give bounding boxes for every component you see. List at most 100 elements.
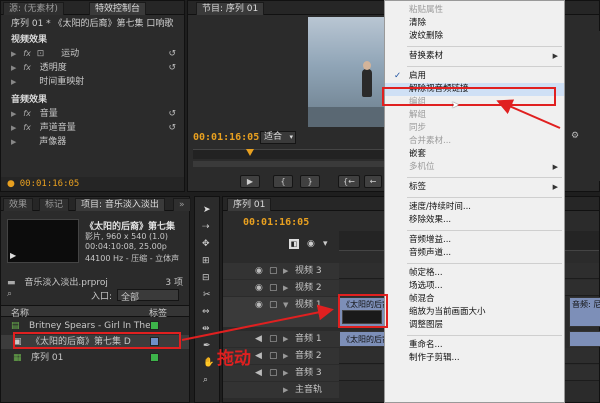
program-playhead-icon[interactable] bbox=[246, 149, 254, 156]
program-time-ruler[interactable] bbox=[193, 149, 388, 159]
expand-icon[interactable]: ▶ bbox=[11, 78, 16, 86]
ripple-edit-tool-icon[interactable]: ✥ bbox=[202, 239, 210, 249]
zoom-tool-icon[interactable]: ⌕ bbox=[203, 375, 208, 385]
menu-item[interactable]: 音频增益... bbox=[385, 234, 564, 247]
tab-program[interactable]: 节目: 序列 01 bbox=[196, 2, 265, 15]
tab-effect-controls[interactable]: 特效控制台 bbox=[89, 2, 147, 15]
menu-item[interactable]: 重命名... bbox=[385, 339, 564, 352]
audio-clip[interactable]: 《太阳的后裔》 bbox=[339, 331, 398, 347]
program-zoom-bar[interactable] bbox=[193, 161, 388, 167]
speaker-icon[interactable]: ◀ bbox=[255, 365, 262, 381]
track-header-video-3[interactable]: ◉ ▢ ▶ 视频 3 bbox=[223, 263, 339, 279]
menu-item[interactable]: 清除 bbox=[385, 17, 564, 30]
marker-icon[interactable]: ◉ bbox=[307, 239, 315, 249]
mark-button[interactable]: ▶ bbox=[240, 175, 260, 188]
lock-icon[interactable]: ▢ bbox=[269, 331, 278, 347]
slip-tool-icon[interactable]: ⇔ bbox=[202, 307, 210, 317]
eye-icon[interactable]: ◉ bbox=[255, 297, 263, 313]
razor-tool-icon[interactable]: ✂ bbox=[203, 290, 211, 300]
pen-tool-icon[interactable]: ✒ bbox=[203, 341, 211, 351]
eye-icon[interactable]: ◉ bbox=[255, 280, 263, 296]
speaker-icon[interactable]: ◀ bbox=[255, 348, 262, 364]
eye-icon[interactable]: ◉ bbox=[255, 263, 263, 279]
expand-icon[interactable]: ▶ bbox=[11, 138, 16, 146]
effect-row-opacity[interactable]: ▶ fx 透明度 ↺ bbox=[1, 61, 184, 75]
program-panel-right-icon[interactable]: ⚙ bbox=[571, 131, 579, 141]
menu-item[interactable]: 嵌套 bbox=[385, 148, 564, 161]
speaker-icon[interactable]: ◀ bbox=[255, 331, 262, 347]
tab-markers[interactable]: 标记 bbox=[39, 198, 70, 211]
lock-icon[interactable]: ▢ bbox=[269, 263, 278, 279]
expand-icon[interactable]: ▶ bbox=[283, 331, 288, 347]
reset-icon[interactable]: ↺ bbox=[168, 107, 176, 121]
play-thumbnail-icon[interactable]: ▶ bbox=[10, 251, 16, 260]
entry-dropdown[interactable]: 全部 bbox=[117, 289, 179, 303]
selection-tool-icon[interactable]: ➤ bbox=[203, 205, 211, 215]
rolling-edit-tool-icon[interactable]: ⊞ bbox=[202, 256, 210, 266]
menu-item[interactable]: 缩放为当前画面大小 bbox=[385, 306, 564, 319]
expand-icon[interactable]: ▶ bbox=[283, 348, 288, 364]
expand-icon[interactable]: ▶ bbox=[11, 64, 16, 72]
lock-icon[interactable]: ▢ bbox=[269, 297, 278, 313]
tab-sequence[interactable]: 序列 01 bbox=[227, 198, 272, 211]
menu-item[interactable]: 替换素材 ▶ bbox=[385, 50, 564, 63]
menu-item[interactable]: 场选项... bbox=[385, 280, 564, 293]
expand-icon[interactable]: ▶ bbox=[283, 365, 288, 381]
effect-row-volume[interactable]: ▶ fx 音量 ↺ bbox=[1, 107, 184, 121]
menu-item[interactable]: 移除效果... bbox=[385, 214, 564, 227]
column-label[interactable]: 标签 bbox=[149, 306, 167, 319]
tab-overflow[interactable]: » bbox=[173, 198, 191, 211]
reset-icon[interactable]: ↺ bbox=[168, 61, 176, 75]
list-item[interactable]: ▦ 序列 01 bbox=[1, 351, 189, 365]
step-back-button[interactable]: ← bbox=[364, 175, 382, 188]
search-icon[interactable]: ⌕ bbox=[7, 289, 12, 299]
expand-icon[interactable]: ▶ bbox=[283, 382, 288, 398]
list-item[interactable]: ▤ Britney Spears - Girl In The bbox=[1, 319, 189, 333]
expand-icon[interactable]: ▶ bbox=[11, 124, 16, 132]
track-header-master[interactable]: ▶ 主音轨 bbox=[223, 382, 339, 398]
reset-icon[interactable]: ↺ bbox=[168, 121, 176, 135]
link-icon[interactable]: ▾ bbox=[323, 239, 328, 249]
mark-out-button[interactable]: } bbox=[300, 175, 320, 188]
menu-item[interactable]: 速度/持续时间... bbox=[385, 201, 564, 214]
hand-tool-icon[interactable]: ✋ bbox=[203, 358, 214, 368]
menu-item[interactable]: 帧混合 bbox=[385, 293, 564, 306]
menu-item[interactable]: 音频声道... bbox=[385, 247, 564, 260]
menu-item[interactable]: 波纹删除 bbox=[385, 30, 564, 43]
track-header-video-1[interactable]: ◉ ▢ ▼ 视频 1 bbox=[223, 297, 339, 327]
menu-item[interactable]: 标签 ▶ bbox=[385, 181, 564, 194]
track-header-video-2[interactable]: ◉ ▢ ▶ 视频 2 bbox=[223, 280, 339, 296]
fit-dropdown[interactable]: 适合 ▾ bbox=[260, 131, 296, 144]
menu-item[interactable]: 调整图层 bbox=[385, 319, 564, 332]
tab-project[interactable]: 项目: 音乐淡入淡出 bbox=[75, 198, 165, 211]
expand-icon[interactable]: ▼ bbox=[283, 297, 288, 313]
slide-tool-icon[interactable]: ⇹ bbox=[202, 324, 210, 334]
track-select-tool-icon[interactable]: ⇢ bbox=[202, 222, 210, 232]
effect-row-time-remap[interactable]: ▶ 时间重映射 bbox=[1, 75, 184, 89]
menu-item[interactable]: 制作子剪辑... bbox=[385, 352, 564, 365]
lock-icon[interactable]: ▢ bbox=[269, 365, 278, 381]
rate-stretch-tool-icon[interactable]: ⊟ bbox=[202, 273, 210, 283]
lock-icon[interactable]: ▢ bbox=[269, 348, 278, 364]
tab-effects[interactable]: 效果 bbox=[3, 198, 34, 211]
mark-in-button[interactable]: { bbox=[273, 175, 293, 188]
timeline-timecode: 00:01:16:05 bbox=[243, 217, 310, 228]
tab-source[interactable]: 源: (无素材) bbox=[3, 2, 64, 15]
effect-row-motion[interactable]: ▶ fx ⊡ 运动 ↺ bbox=[1, 47, 184, 61]
menu-item[interactable]: 帧定格... bbox=[385, 267, 564, 280]
expand-icon[interactable]: ▶ bbox=[11, 110, 16, 118]
expand-icon[interactable]: ▶ bbox=[11, 50, 16, 58]
audio-clip-right[interactable] bbox=[569, 331, 600, 347]
lock-icon[interactable]: ▢ bbox=[269, 280, 278, 296]
expand-icon[interactable]: ▶ bbox=[283, 263, 288, 279]
effect-row-channel-volume[interactable]: ▶ fx 声道音量 ↺ bbox=[1, 121, 184, 135]
reset-icon[interactable]: ↺ bbox=[168, 47, 176, 61]
go-to-in-button[interactable]: {← bbox=[338, 175, 360, 188]
menu-item[interactable]: 启用 ✓ bbox=[385, 70, 564, 83]
effect-row-panner[interactable]: ▶ 声像器 bbox=[1, 135, 184, 149]
expand-icon[interactable]: ▶ bbox=[283, 280, 288, 296]
snap-icon[interactable]: ◧ bbox=[289, 239, 299, 249]
effect-label: 声像器 bbox=[39, 137, 67, 147]
video-clip-right[interactable]: 音频: 尼司 bbox=[569, 297, 600, 327]
column-name[interactable]: 名称 bbox=[11, 306, 29, 319]
